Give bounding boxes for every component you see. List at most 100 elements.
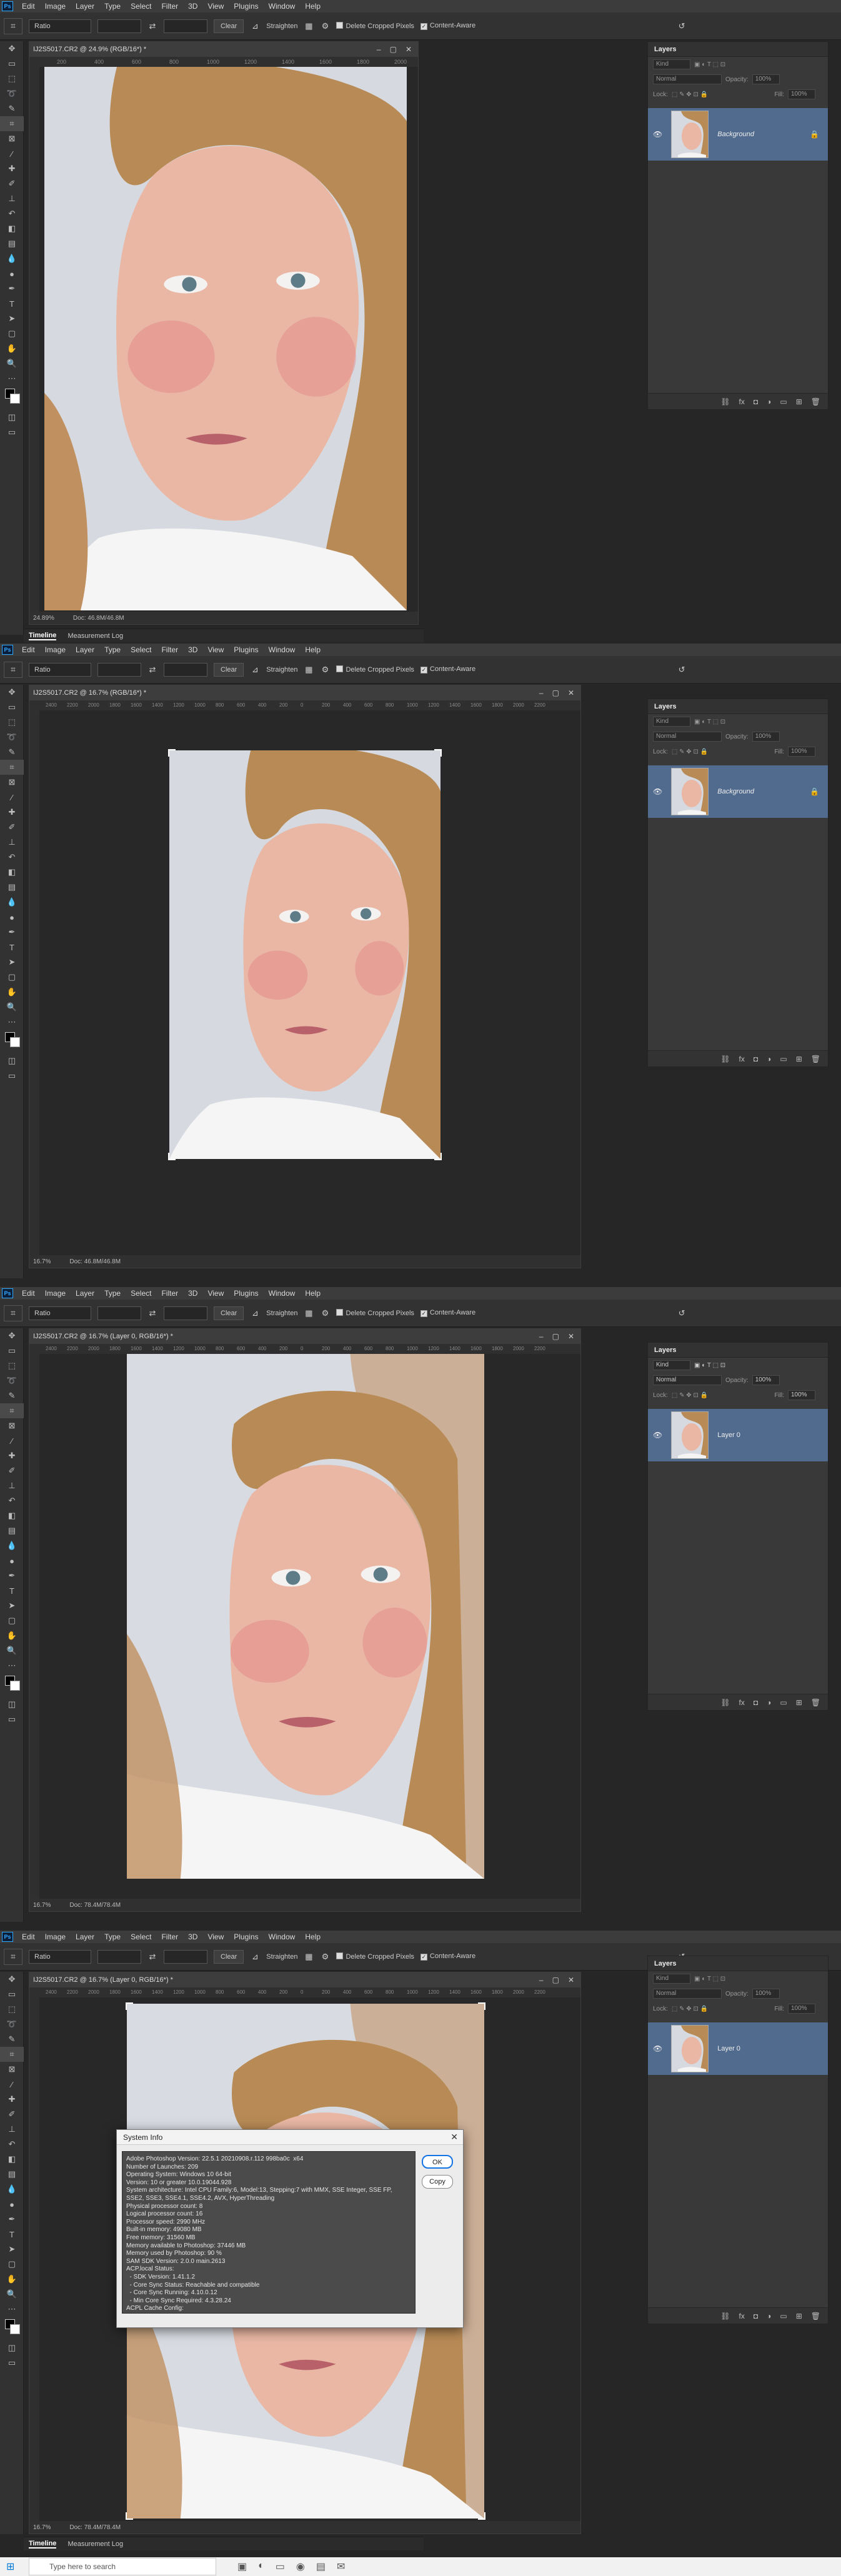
maximize-icon[interactable]: ▢ xyxy=(390,45,397,54)
link-layers-icon[interactable]: ⛓ xyxy=(720,1055,730,1063)
link-layers-icon[interactable]: ⛓ xyxy=(720,1698,730,1707)
edge-browser-icon[interactable]: ◐ xyxy=(258,2560,264,2573)
layers-panel-title[interactable]: Layers xyxy=(648,42,828,57)
straighten-icon[interactable]: ⊿ xyxy=(250,21,260,31)
quick-mask-icon[interactable]: ◫ xyxy=(0,1053,24,1068)
delete-layer-icon[interactable]: 🗑 xyxy=(811,397,820,406)
filter-kind-select[interactable]: Kind xyxy=(653,717,690,727)
layer-lock-icon[interactable]: 🔒 xyxy=(810,130,819,139)
menu-select[interactable]: Select xyxy=(126,1932,156,1941)
menu-view[interactable]: View xyxy=(202,645,229,654)
blend-mode-select[interactable]: Normal xyxy=(653,1989,722,1999)
menu-plugins[interactable]: Plugins xyxy=(229,1932,263,1941)
clear-button[interactable]: Clear xyxy=(214,1949,244,1964)
pen-tool-icon[interactable]: ✒ xyxy=(0,281,24,296)
swap-icon[interactable]: ⇄ xyxy=(147,1308,157,1318)
pen-tool-icon[interactable]: ✒ xyxy=(0,925,24,940)
menu-select[interactable]: Select xyxy=(126,2,156,11)
layers-panel-title[interactable]: Layers xyxy=(648,1343,828,1358)
width-field[interactable] xyxy=(97,19,141,33)
doc-size[interactable]: Doc: 46.8M/46.8M xyxy=(69,1258,121,1265)
background-color-swatch[interactable] xyxy=(10,1037,20,1047)
eraser-tool-icon[interactable]: ◧ xyxy=(0,1508,24,1523)
menu-type[interactable]: Type xyxy=(99,2,126,11)
new-group-icon[interactable]: ▭ xyxy=(780,1698,787,1707)
dodge-tool-icon[interactable]: ● xyxy=(0,2197,24,2212)
doc-size[interactable]: Doc: 78.4M/78.4M xyxy=(69,1902,121,1909)
doc-size[interactable]: Doc: 78.4M/78.4M xyxy=(69,2524,121,2531)
filter-icons[interactable]: ▣ ◐ T ⬚ ⊡ xyxy=(694,719,725,725)
zoom-tool-icon[interactable]: 🔍 xyxy=(0,1643,24,1658)
menu-type[interactable]: Type xyxy=(99,1289,126,1298)
crop-handle-top-right[interactable] xyxy=(434,749,442,757)
new-group-icon[interactable]: ▭ xyxy=(780,2312,787,2320)
history-brush-icon[interactable]: ↶ xyxy=(0,2137,24,2152)
zoom-tool-icon[interactable]: 🔍 xyxy=(0,1000,24,1015)
close-icon[interactable]: ✕ xyxy=(406,45,412,54)
straighten-label[interactable]: Straighten xyxy=(266,666,297,674)
overlay-grid-icon[interactable]: ▦ xyxy=(304,21,314,31)
healing-tool-icon[interactable]: ✚ xyxy=(0,2092,24,2107)
zoom-level[interactable]: 16.7% xyxy=(33,2524,51,2531)
menu-help[interactable]: Help xyxy=(300,1932,326,1941)
crop-tool-preset-icon[interactable]: ⌗ xyxy=(4,17,22,34)
shape-tool-icon[interactable]: ▢ xyxy=(0,970,24,985)
portrait-photo[interactable] xyxy=(169,750,440,1159)
ratio-select[interactable]: Ratio xyxy=(29,1306,91,1320)
link-layers-icon[interactable]: ⛓ xyxy=(720,397,730,406)
new-layer-icon[interactable]: ⊞ xyxy=(796,2312,802,2320)
stamp-tool-icon[interactable]: ⊥ xyxy=(0,191,24,206)
straighten-label[interactable]: Straighten xyxy=(266,1953,297,1961)
opacity-field[interactable]: 100% xyxy=(752,1989,780,1999)
brush-tool-icon[interactable]: ✐ xyxy=(0,2107,24,2122)
layers-panel-title[interactable]: Layers xyxy=(648,1956,828,1971)
brush-tool-icon[interactable]: ✐ xyxy=(0,820,24,835)
crop-tool-preset-icon[interactable]: ⌗ xyxy=(4,1948,22,1965)
new-group-icon[interactable]: ▭ xyxy=(780,397,787,406)
visibility-eye-icon[interactable]: 👁 xyxy=(653,130,662,139)
marquee-tool-icon[interactable]: ⬚ xyxy=(0,2002,24,2017)
filter-kind-select[interactable]: Kind xyxy=(653,1360,690,1370)
path-select-tool-icon[interactable]: ➤ xyxy=(0,1598,24,1613)
taskbar-search-input[interactable]: Type here to search xyxy=(29,2558,216,2575)
menu-3d[interactable]: 3D xyxy=(183,2,202,11)
timeline-tab[interactable]: Timeline xyxy=(29,2540,57,2549)
portrait-photo[interactable] xyxy=(127,1354,484,1879)
dodge-tool-icon[interactable]: ● xyxy=(0,910,24,925)
move-tool-icon[interactable]: ✥ xyxy=(0,1328,24,1343)
swap-icon[interactable]: ⇄ xyxy=(147,21,157,31)
gradient-tool-icon[interactable]: ▤ xyxy=(0,1523,24,1538)
marquee-tool-icon[interactable]: ⬚ xyxy=(0,1358,24,1373)
menu-edit[interactable]: Edit xyxy=(17,645,40,654)
visibility-eye-icon[interactable]: 👁 xyxy=(653,787,662,796)
ratio-select[interactable]: Ratio xyxy=(29,662,91,677)
checkbox-checked-icon[interactable]: ✓ xyxy=(420,1310,427,1317)
height-field[interactable] xyxy=(164,1949,207,1964)
layer-name[interactable]: Layer 0 xyxy=(717,2045,740,2052)
shape-tool-icon[interactable]: ▢ xyxy=(0,2257,24,2272)
straighten-icon[interactable]: ⊿ xyxy=(250,1952,260,1962)
content-aware-checkbox[interactable]: ✓ Content-Aware xyxy=(420,1309,475,1317)
filter-kind-select[interactable]: Kind xyxy=(653,59,690,69)
dialog-close-icon[interactable]: ✕ xyxy=(450,2132,458,2142)
quick-mask-icon[interactable]: ◫ xyxy=(0,2340,24,2355)
artboard-tool-icon[interactable]: ▭ xyxy=(0,1987,24,2002)
blend-mode-select[interactable]: Normal xyxy=(653,732,722,742)
filter-kind-select[interactable]: Kind xyxy=(653,1974,690,1984)
adjustment-layer-icon[interactable]: ◑ xyxy=(767,1055,771,1063)
fx-icon[interactable]: fx xyxy=(739,1698,745,1707)
file-explorer-icon[interactable]: ▭ xyxy=(276,2560,285,2573)
checkbox-checked-icon[interactable]: ✓ xyxy=(420,1954,427,1961)
windows-start-icon[interactable]: ⊞ xyxy=(6,2560,19,2573)
screen-mode-icon[interactable]: ▭ xyxy=(0,425,24,440)
crop-tool-icon[interactable]: ⌗ xyxy=(0,1403,24,1418)
eraser-tool-icon[interactable]: ◧ xyxy=(0,221,24,236)
type-tool-icon[interactable]: T xyxy=(0,1583,24,1598)
menu-filter[interactable]: Filter xyxy=(156,2,183,11)
crop-tool-icon[interactable]: ⌗ xyxy=(0,2047,24,2062)
move-tool-icon[interactable]: ✥ xyxy=(0,685,24,700)
menu-layer[interactable]: Layer xyxy=(71,1289,99,1298)
system-info-text[interactable]: Adobe Photoshop Version: 22.5.1 20210908… xyxy=(122,2151,416,2314)
delete-cropped-checkbox[interactable]: Delete Cropped Pixels xyxy=(336,1952,414,1961)
history-brush-icon[interactable]: ↶ xyxy=(0,850,24,865)
